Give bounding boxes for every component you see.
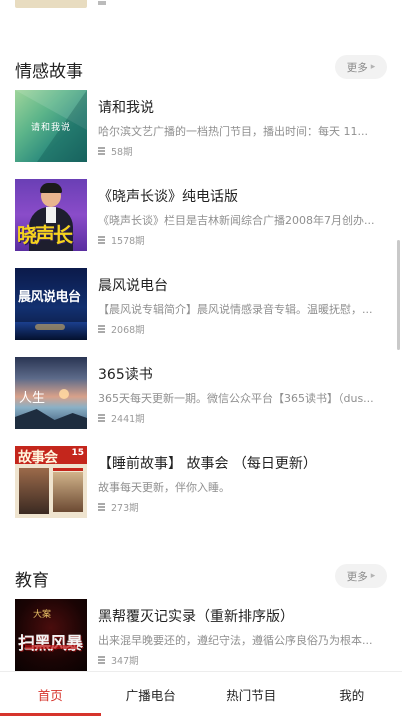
episode-count-text: 1578期 (111, 236, 145, 247)
list-item[interactable]: 故事会 15 【睡前故事】 故事会 （每日更新） 故事每天更新，伴你入睡。 27… (0, 446, 402, 520)
list-item[interactable]: 晓声长谈 《晓声长谈》纯电话版 《晓声长谈》栏目是吉林新闻综合广播2008年7月… (0, 179, 402, 253)
bottom-nav: 首页 广播电台 热门节目 我的 (0, 671, 402, 716)
cover-text: 人生 (19, 391, 46, 406)
section-header-education: 教育 更多 ▸ (0, 564, 402, 594)
cover-image: 晨风说电台 (15, 268, 87, 340)
item-description: 出来混早晚要还的，遵纪守法，遵循公序良俗乃为根本... (98, 634, 373, 647)
episode-count-text: 2068期 (111, 325, 145, 336)
more-button[interactable]: 更多 ▸ (335, 564, 387, 588)
cover-text: 大案 (33, 610, 52, 620)
episode-count-text: 273期 (111, 503, 139, 514)
episode-count: 347期 (98, 653, 139, 667)
item-description: 《晓声长谈》栏目是吉林新闻综合广播2008年7月创办... (98, 214, 375, 227)
item-title: 晨风说电台 (98, 278, 168, 294)
episode-count-text: 2441期 (111, 414, 145, 425)
chevron-right-icon: ▸ (370, 571, 376, 581)
nav-tab-hot-programs[interactable]: 热门节目 (201, 672, 302, 716)
episode-count: 58期 (98, 144, 133, 158)
list-item[interactable]: 人生 365读书 365天每天更新一期。微信公众平台【365读书】（dus...… (0, 357, 402, 431)
list-icon (98, 503, 105, 511)
episode-count: 2068期 (98, 322, 145, 336)
previous-item-cover[interactable] (15, 0, 87, 8)
list-icon (98, 325, 105, 333)
episode-count: 1578期 (98, 233, 145, 247)
item-description: 【晨风说专辑简介】晨风说情感录音专辑。温暖抚慰，... (98, 303, 373, 316)
episode-count-text: 347期 (111, 656, 139, 667)
more-label: 更多 (346, 570, 368, 583)
cover-issue: 15 (71, 448, 84, 458)
list-icon (98, 414, 105, 422)
cover-text: 请和我说 (30, 123, 71, 133)
item-description: 哈尔滨文艺广播的一档热门节目，播出时间：每天 11... (98, 125, 368, 138)
item-description: 故事每天更新，伴你入睡。 (98, 481, 230, 494)
cover-image: 大案 扫黑风暴 (15, 599, 87, 671)
item-title: 《晓声长谈》纯电话版 (98, 189, 238, 205)
list-item[interactable]: 请和我说 请和我说 哈尔滨文艺广播的一档热门节目，播出时间：每天 11... 5… (0, 90, 402, 164)
item-title: 365读书 (98, 367, 153, 383)
section-title: 教育 (15, 571, 49, 591)
item-description: 365天每天更新一期。微信公众平台【365读书】（dus... (98, 392, 374, 405)
nav-tab-mine[interactable]: 我的 (302, 672, 402, 716)
cover-text: 故事会 (18, 450, 58, 466)
list-item[interactable]: 大案 扫黑风暴 黑帮覆灭记实录（重新排序版） 出来混早晚要还的，遵纪守法，遵循公… (0, 599, 402, 673)
section-title: 情感故事 (15, 62, 83, 82)
cover-image: 晓声长谈 (15, 179, 87, 251)
list-item[interactable]: 晨风说电台 晨风说电台 【晨风说专辑简介】晨风说情感录音专辑。温暖抚慰，... … (0, 268, 402, 342)
nav-tab-radio[interactable]: 广播电台 (101, 672, 202, 716)
episode-count: 273期 (98, 500, 139, 514)
cover-text: 扫黑风暴 (18, 634, 83, 654)
item-title: 请和我说 (98, 100, 154, 116)
scrollbar[interactable] (397, 240, 400, 350)
cover-text: 晨风说电台 (18, 290, 81, 305)
nav-tab-home[interactable]: 首页 (0, 672, 101, 716)
cover-image: 故事会 15 (15, 446, 87, 518)
list-icon (98, 656, 105, 664)
cover-image: 请和我说 (15, 90, 87, 162)
episode-count-text: 58期 (111, 147, 133, 158)
episode-count: 2441期 (98, 411, 145, 425)
item-title: 【睡前故事】 故事会 （每日更新） (98, 456, 317, 472)
more-label: 更多 (346, 61, 368, 74)
previous-item-count-icon (98, 0, 138, 8)
chevron-right-icon: ▸ (370, 62, 376, 72)
list-icon (98, 236, 105, 244)
list-icon (98, 147, 105, 155)
more-button[interactable]: 更多 ▸ (335, 55, 387, 79)
cover-text: 晓声长谈 (17, 223, 73, 247)
section-header-emotion: 情感故事 更多 ▸ (0, 55, 402, 85)
item-title: 黑帮覆灭记实录（重新排序版） (98, 609, 294, 625)
cover-image: 人生 (15, 357, 87, 429)
